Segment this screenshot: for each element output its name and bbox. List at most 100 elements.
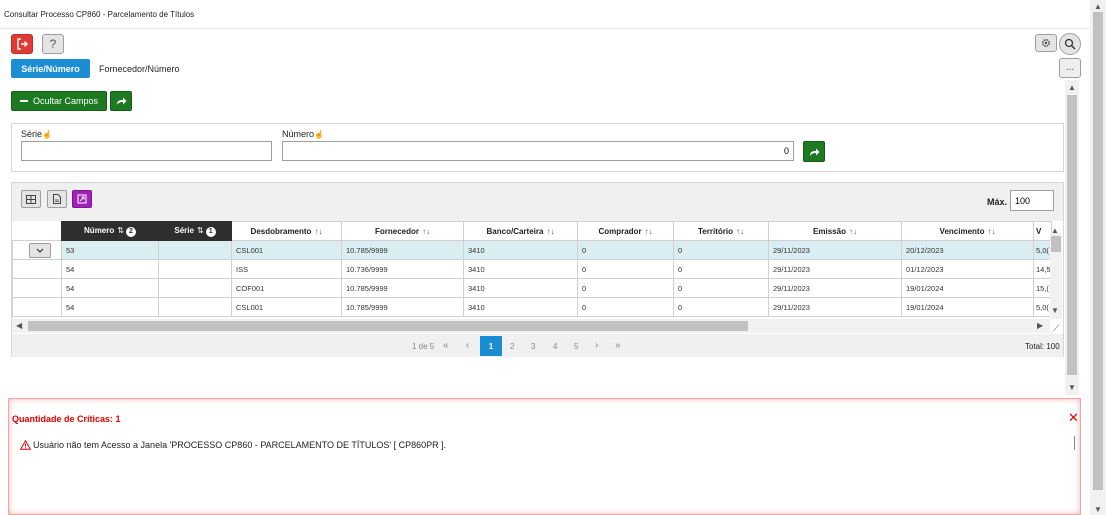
- sort-icon: ↑↓: [546, 226, 555, 236]
- cell-desdobramento: CSL001: [231, 297, 342, 317]
- cell-fornecedor: 10.785/9999: [341, 240, 464, 260]
- scroll-up-arrow-icon[interactable]: ▲: [1051, 226, 1059, 235]
- expand-grid-button[interactable]: [72, 190, 92, 208]
- cell-emissao: 29/11/2023: [768, 278, 902, 298]
- scroll-right-arrow-icon[interactable]: ▶: [1037, 321, 1043, 330]
- grid-horizontal-scroll-thumb[interactable]: [28, 321, 748, 331]
- column-header-serie[interactable]: Série ⇅ 1: [158, 221, 232, 241]
- page-vertical-scroll-thumb[interactable]: [1093, 12, 1103, 490]
- column-header-emissao[interactable]: Emissão ↑↓: [768, 221, 902, 241]
- cell-numero: 53: [61, 240, 159, 260]
- column-header-banco-carteira[interactable]: Banco/Carteira ↑↓: [463, 221, 578, 241]
- text-cursor: [1074, 436, 1075, 450]
- cell-serie: [158, 240, 232, 260]
- column-header-valor[interactable]: V: [1033, 221, 1052, 241]
- hide-fields-button[interactable]: Ocultar Campos: [11, 91, 107, 111]
- table-header-row: Número ⇅ 2 Série ⇅ 1 Desdobramento ↑↓ Fornece…: [12, 221, 1052, 241]
- columns-button[interactable]: [21, 190, 41, 208]
- page-info: 1 de 5: [412, 342, 435, 351]
- file-icon: [53, 194, 61, 204]
- scroll-down-arrow-icon[interactable]: ▼: [1051, 306, 1059, 315]
- help-button[interactable]: ?: [42, 34, 64, 54]
- column-header-territorio[interactable]: Território ↑↓: [673, 221, 769, 241]
- cell-emissao: 29/11/2023: [768, 297, 902, 317]
- cell-vencimento: 20/12/2023: [901, 240, 1034, 260]
- cell-serie: [158, 259, 232, 279]
- table-row[interactable]: 54 COF001 10.785/9999 3410 0 0 29/11/202…: [12, 278, 1052, 298]
- cell-vencimento: 01/12/2023: [901, 259, 1034, 279]
- page-button-3[interactable]: 3: [531, 342, 535, 351]
- export-button[interactable]: [47, 190, 67, 208]
- resize-handle-icon[interactable]: ⟋: [1053, 323, 1059, 334]
- row-expand-button[interactable]: [29, 242, 51, 258]
- cell-territorio: 0: [673, 259, 769, 279]
- more-options-button[interactable]: ...: [1059, 58, 1081, 78]
- content-vertical-scroll-thumb[interactable]: [1067, 95, 1077, 375]
- cell-vencimento: 19/01/2024: [901, 278, 1034, 298]
- exit-icon: [17, 38, 28, 50]
- column-header-vencimento[interactable]: Vencimento ↑↓: [901, 221, 1034, 241]
- page-button-1[interactable]: 1: [480, 336, 502, 356]
- window-title: Consultar Processo CP860 - Parcelamento …: [4, 10, 195, 19]
- scroll-left-arrow-icon[interactable]: ◀: [16, 321, 22, 330]
- page-button-4[interactable]: 4: [553, 342, 557, 351]
- warning-icon: [20, 440, 31, 450]
- hide-fields-label: Ocultar Campos: [32, 96, 99, 106]
- prev-page-button[interactable]: ‹: [466, 340, 469, 351]
- share-arrow-icon: [809, 148, 819, 156]
- search-button[interactable]: [1059, 33, 1081, 55]
- validation-message-text: Usuário não tem Acesso a Janela 'PROCESS…: [33, 440, 447, 450]
- grid-vertical-scroll-thumb[interactable]: [1051, 236, 1061, 252]
- page-button-2[interactable]: 2: [510, 342, 514, 351]
- validation-panel: [8, 398, 1081, 515]
- sort-icon: ↑↓: [422, 226, 430, 236]
- close-validation-button[interactable]: ✕: [1068, 410, 1079, 426]
- sort-icon: ↑↓: [848, 226, 857, 236]
- cell-banco-carteira: 3410: [463, 278, 578, 298]
- cell-desdobramento: CSL001: [231, 240, 342, 260]
- column-header-numero[interactable]: Número ⇅ 2: [61, 221, 159, 241]
- cell-banco-carteira: 3410: [463, 240, 578, 260]
- validation-message: Usuário não tem Acesso a Janela 'PROCESS…: [20, 440, 446, 450]
- page-button-5[interactable]: 5: [574, 342, 578, 351]
- cell-fornecedor: 10.736/9999: [341, 259, 464, 279]
- cell-valor: 14,5: [1033, 259, 1052, 279]
- table-row[interactable]: 53 CSL001 10.785/9999 3410 0 0 29/11/202…: [12, 240, 1052, 260]
- sort-order-badge: 1: [205, 226, 216, 237]
- column-header-desdobramento[interactable]: Desdobramento ↑↓: [231, 221, 342, 241]
- first-page-button[interactable]: «: [443, 340, 449, 351]
- scroll-down-arrow-icon[interactable]: ▼: [1068, 383, 1076, 392]
- execute-button[interactable]: [110, 91, 132, 111]
- tab-serie-numero[interactable]: Série/Número: [11, 59, 90, 78]
- row-expand-cell: [12, 259, 62, 279]
- serie-input[interactable]: [21, 141, 272, 161]
- sort-icon: ↑↓: [987, 226, 996, 236]
- table-row[interactable]: 54 CSL001 10.785/9999 3410 0 0 29/11/202…: [12, 297, 1052, 317]
- scroll-up-arrow-icon[interactable]: ▲: [1068, 83, 1076, 92]
- pagination-bar: [12, 334, 1063, 357]
- max-input[interactable]: [1010, 190, 1054, 211]
- cell-valor: 5,0(: [1033, 240, 1052, 260]
- cell-territorio: 0: [673, 297, 769, 317]
- cell-banco-carteira: 3410: [463, 259, 578, 279]
- numero-input[interactable]: [282, 141, 794, 161]
- next-page-button[interactable]: ›: [595, 340, 598, 351]
- gear-icon: [1042, 39, 1050, 47]
- scroll-down-arrow-icon[interactable]: ▼: [1094, 505, 1102, 514]
- tab-fornecedor-numero[interactable]: Fornecedor/Número: [99, 64, 180, 74]
- cell-comprador: 0: [577, 259, 674, 279]
- cell-emissao: 29/11/2023: [768, 240, 902, 260]
- scroll-up-arrow-icon[interactable]: ▲: [1094, 2, 1102, 11]
- cell-fornecedor: 10.785/9999: [341, 297, 464, 317]
- cell-emissao: 29/11/2023: [768, 259, 902, 279]
- column-header-fornecedor[interactable]: Fornecedor ↑↓: [341, 221, 464, 241]
- cell-numero: 54: [61, 259, 159, 279]
- exit-button[interactable]: [11, 34, 33, 54]
- expand-icon: [77, 194, 87, 204]
- share-arrow-icon: [116, 97, 126, 105]
- search-numero-button[interactable]: [803, 141, 825, 162]
- last-page-button[interactable]: »: [615, 340, 621, 351]
- column-header-comprador[interactable]: Comprador ↑↓: [577, 221, 674, 241]
- settings-button[interactable]: [1035, 34, 1057, 52]
- table-row[interactable]: 54 ISS 10.736/9999 3410 0 0 29/11/2023 0…: [12, 259, 1052, 279]
